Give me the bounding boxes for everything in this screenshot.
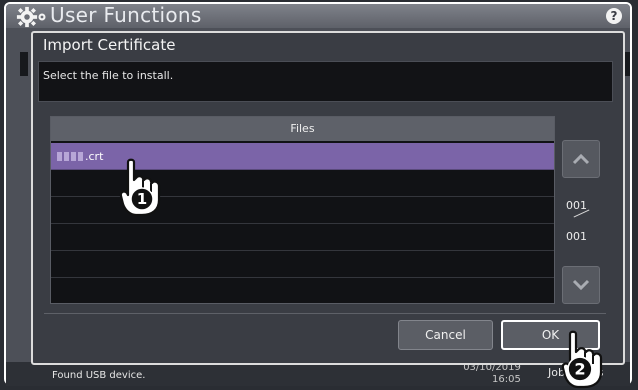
status-datetime: 03/10/2019 16:05 (462, 362, 521, 386)
redacted-name-block (57, 152, 62, 161)
file-extension: .crt (85, 150, 104, 163)
step-2-badge: 2 (567, 356, 593, 382)
status-time: 16:05 (492, 374, 521, 385)
step-1-badge: 1 (130, 187, 154, 211)
total-pages: 001 (566, 230, 587, 243)
step-2-number: 2 (574, 359, 585, 378)
redacted-name-block (78, 152, 83, 161)
chevron-down-icon (572, 279, 590, 291)
file-name-cell: .crt (57, 150, 103, 163)
gear-icon (16, 6, 38, 28)
step-1-number: 1 (137, 190, 147, 208)
redacted-name-block (64, 152, 69, 161)
window-title: User Functions (50, 3, 202, 27)
cancel-button[interactable]: Cancel (398, 320, 493, 350)
scroll-down-button[interactable] (562, 266, 600, 304)
file-row[interactable] (51, 224, 554, 251)
files-column-header: Files (51, 117, 554, 141)
current-page: 001 (566, 199, 587, 212)
dialog-title: Import Certificate (43, 36, 176, 54)
file-row[interactable] (51, 251, 554, 278)
scroll-up-button[interactable] (562, 140, 600, 178)
dialog-divider (44, 313, 606, 314)
help-icon[interactable]: ? (606, 8, 622, 24)
dialog-message: Select the file to install. (43, 69, 174, 82)
title-bar: User Functions ? (6, 3, 630, 28)
file-row[interactable] (51, 278, 554, 303)
status-message: Found USB device. (52, 370, 146, 381)
redacted-name-block (71, 152, 76, 161)
chevron-up-icon (572, 153, 590, 165)
background-panel-edge (20, 52, 28, 76)
small-gear-icon (38, 13, 46, 21)
